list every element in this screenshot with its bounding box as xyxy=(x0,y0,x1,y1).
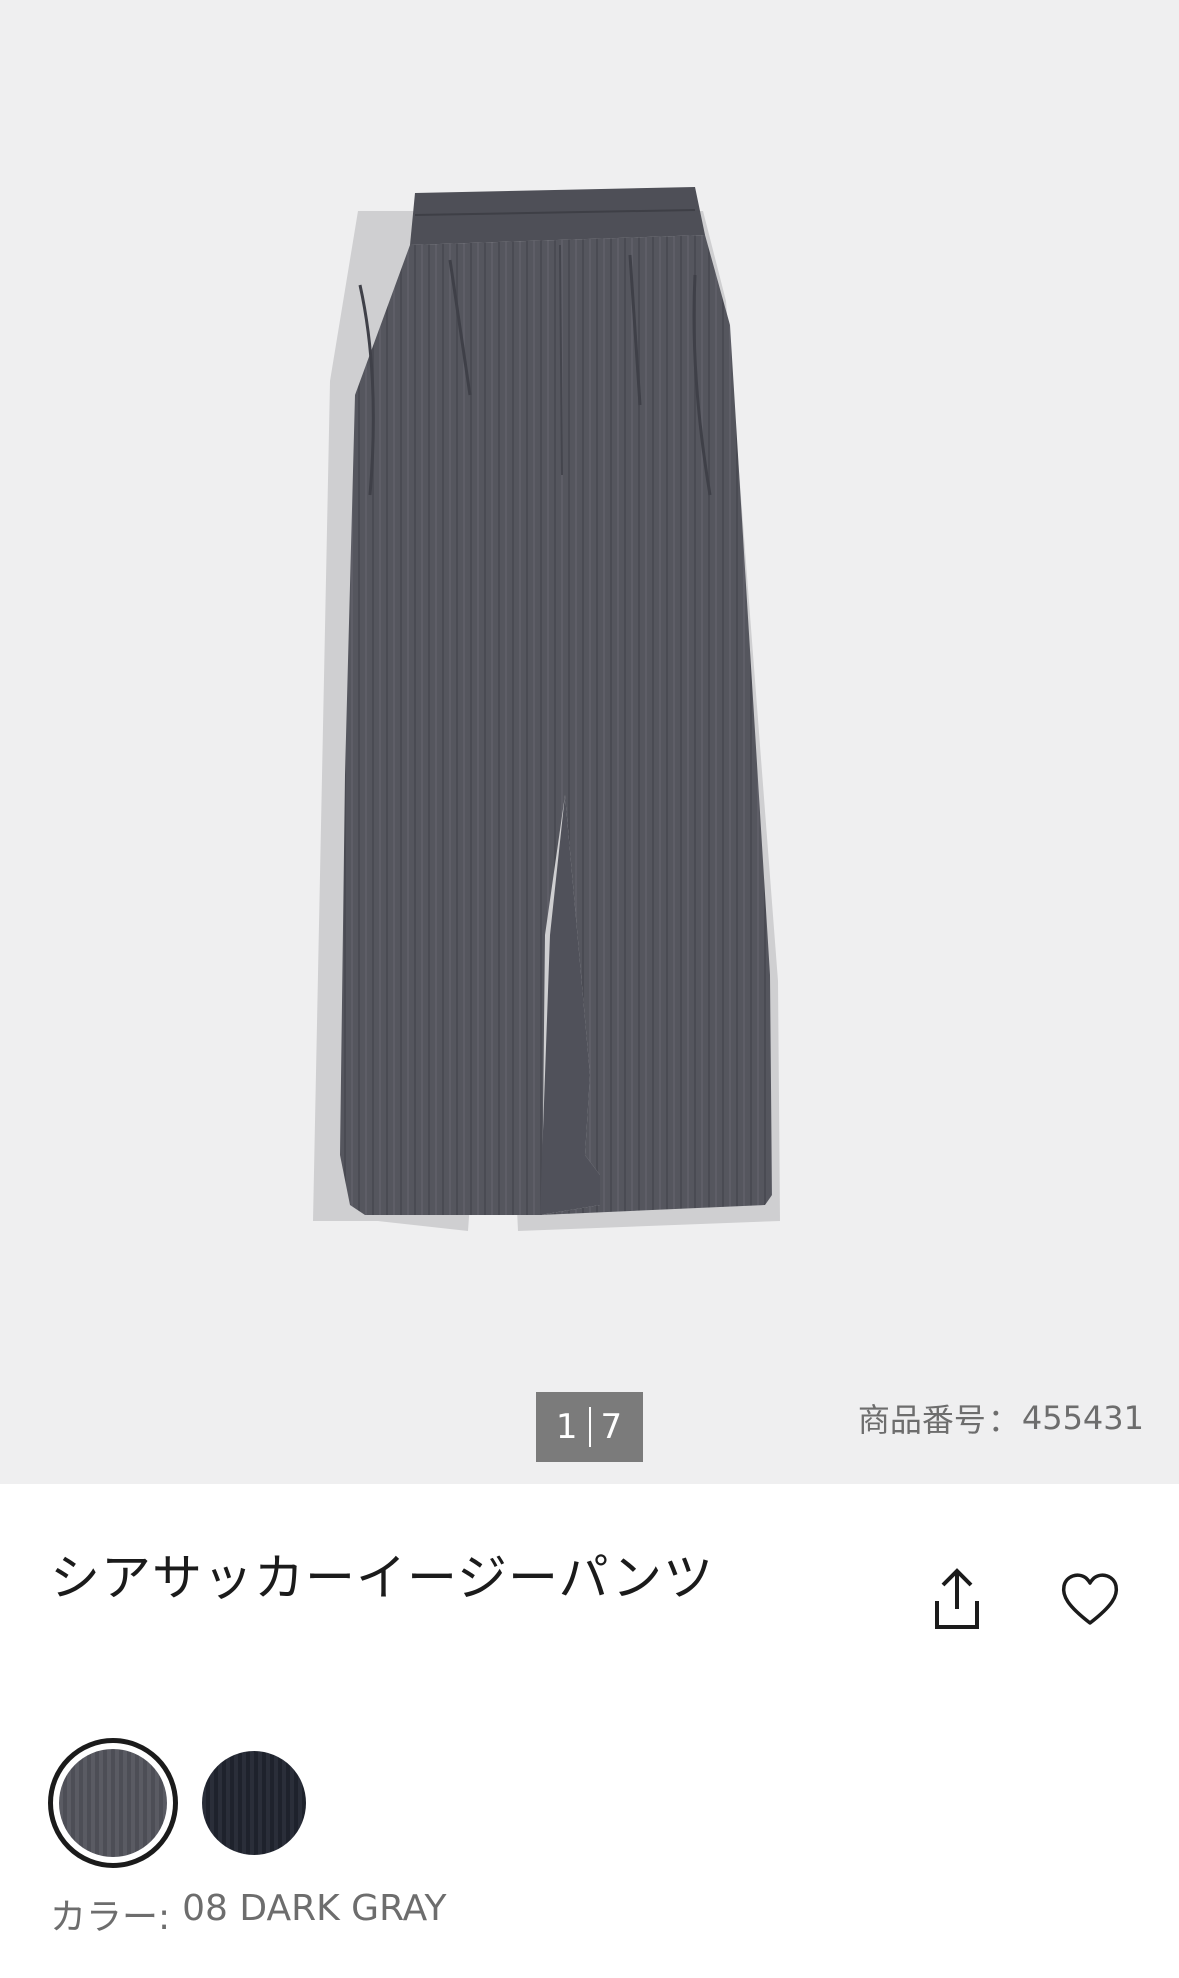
total-pages: 7 xyxy=(600,1407,624,1447)
heart-icon xyxy=(1061,1573,1119,1625)
page-indicator: 1 7 xyxy=(536,1392,643,1462)
swatch-fill xyxy=(59,1749,167,1857)
product-number: 商品番号 ： 455431 xyxy=(858,1395,1144,1441)
share-button[interactable] xyxy=(925,1565,989,1635)
product-number-label: 商品番号 xyxy=(857,1401,986,1439)
selected-color-label: カラー: 08 DARK GRAY xyxy=(50,1888,446,1940)
favorite-button[interactable] xyxy=(1058,1568,1122,1632)
color-swatch-dark-gray[interactable] xyxy=(48,1738,178,1868)
product-image-gallery[interactable]: 1 7 商品番号 ： 455431 xyxy=(0,0,1179,1484)
product-title: シアサッカーイージーパンツ xyxy=(50,1549,714,1607)
share-icon xyxy=(935,1568,979,1629)
product-image[interactable] xyxy=(300,175,860,1235)
product-number-colon: ： xyxy=(987,1401,1020,1439)
page-separator xyxy=(588,1407,591,1447)
color-label-prefix: カラー: xyxy=(50,1897,171,1938)
color-swatch-navy[interactable] xyxy=(202,1751,306,1855)
current-page: 1 xyxy=(555,1407,579,1447)
color-swatches xyxy=(48,1738,344,1868)
color-label-value: 08 DARK GRAY xyxy=(182,1888,447,1929)
product-number-value: 455431 xyxy=(1021,1399,1144,1437)
